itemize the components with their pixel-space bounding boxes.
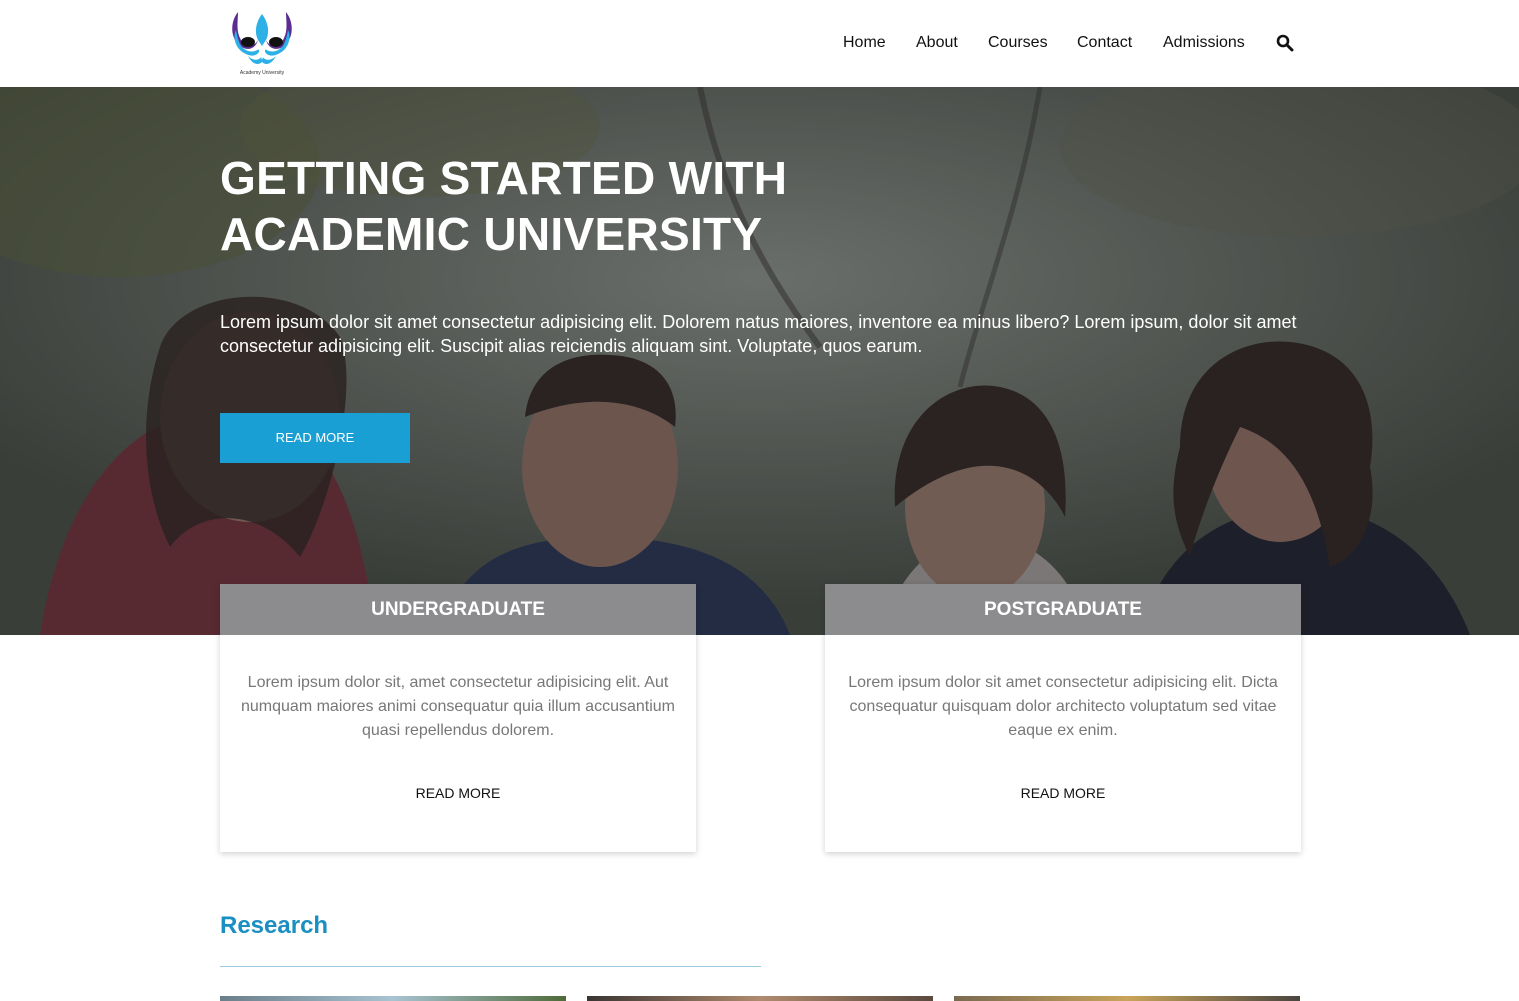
postgraduate-card: POSTGRADUATE Lorem ipsum dolor sit amet … (825, 584, 1301, 852)
undergraduate-read-more-link[interactable]: READ MORE (220, 785, 696, 801)
search-icon[interactable] (1276, 34, 1294, 52)
undergraduate-card-text: Lorem ipsum dolor sit, amet consectetur … (241, 674, 675, 739)
hero-title-line2: ACADEMIC UNIVERSITY (220, 208, 763, 260)
postgraduate-card-text: Lorem ipsum dolor sit amet consectetur a… (848, 674, 1278, 739)
logo-icon (232, 12, 292, 64)
undergraduate-card-title: UNDERGRADUATE (220, 584, 696, 635)
hero-title-line1: GETTING STARTED WITH (220, 152, 788, 204)
nav-home[interactable]: Home (843, 34, 886, 52)
research-thumbnail[interactable] (954, 996, 1300, 1001)
research-heading: Research (220, 912, 329, 939)
site-header: Academy University Home About Courses Co… (0, 0, 1519, 87)
nav-courses[interactable]: Courses (988, 34, 1048, 52)
postgraduate-card-title: POSTGRADUATE (825, 584, 1301, 635)
hero-title: GETTING STARTED WITH ACADEMIC UNIVERSITY (220, 150, 920, 262)
hero-description: Lorem ipsum dolor sit amet consectetur a… (220, 312, 1297, 356)
nav-admissions[interactable]: Admissions (1163, 34, 1245, 52)
nav-about[interactable]: About (916, 34, 958, 52)
research-thumbnail[interactable] (587, 996, 933, 1001)
hero-banner: GETTING STARTED WITH ACADEMIC UNIVERSITY… (0, 87, 1519, 635)
nav-contact[interactable]: Contact (1077, 34, 1132, 52)
hero-read-more-button[interactable]: READ MORE (220, 413, 410, 463)
research-thumbnail[interactable] (220, 996, 566, 1001)
postgraduate-read-more-link[interactable]: READ MORE (825, 785, 1301, 801)
undergraduate-card: UNDERGRADUATE Lorem ipsum dolor sit, ame… (220, 584, 696, 852)
logo-caption: Academy University (239, 70, 285, 76)
university-logo[interactable]: Academy University (228, 8, 296, 80)
research-divider (220, 966, 761, 967)
